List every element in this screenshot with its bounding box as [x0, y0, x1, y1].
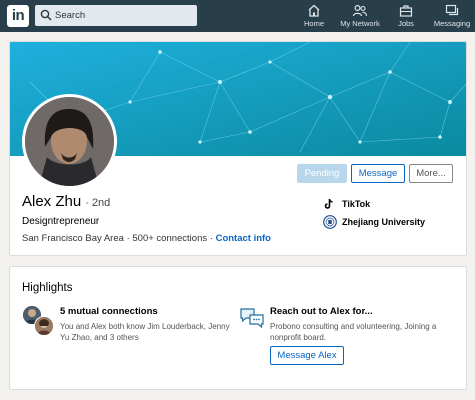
jobs-icon: [399, 5, 413, 17]
profile-avatar[interactable]: [22, 94, 117, 189]
highlights-title: Highlights: [22, 282, 73, 294]
message-alex-button[interactable]: Message Alex: [270, 346, 344, 365]
linkedin-logo[interactable]: in: [7, 5, 29, 27]
tiktok-icon: [324, 199, 333, 209]
pending-button[interactable]: Pending: [297, 164, 347, 183]
name-row: Alex Zhu · 2nd: [22, 193, 110, 211]
nav-my-network-label: My Network: [340, 19, 380, 28]
contact-info-link[interactable]: Contact info: [216, 233, 271, 244]
my-network-icon: [352, 4, 368, 17]
nav-jobs[interactable]: Jobs: [394, 4, 418, 30]
nav-messaging[interactable]: Messaging: [432, 4, 472, 30]
highlights-card: Highlights 5 mutual connections You and …: [9, 266, 467, 390]
reach-out-heading: Reach out to Alex for...: [270, 306, 373, 317]
mutual-connections-text: You and Alex both know Jim Louderback, J…: [60, 322, 230, 342]
chat-icon: [240, 308, 264, 329]
location-row: San Francisco Bay Area · 500+ connection…: [22, 233, 271, 244]
profile-headline: Designtrepreneur: [22, 216, 100, 227]
profile-location: San Francisco Bay Area: [22, 233, 124, 244]
profile-photo: [25, 97, 114, 186]
search-icon: [40, 9, 52, 21]
more-button[interactable]: More...: [409, 164, 453, 183]
top-nav: in Home My Network Jobs: [0, 0, 475, 32]
connections-count[interactable]: 500+ connections: [132, 233, 207, 244]
mutual-avatars[interactable]: [22, 305, 56, 336]
org-zhejiang-label: Zhejiang University: [342, 217, 426, 227]
home-icon: [308, 4, 320, 17]
profile-name: Alex Zhu: [22, 193, 82, 210]
nav-my-network[interactable]: My Network: [338, 4, 382, 30]
search-bar[interactable]: [35, 5, 197, 26]
profile-card: Pending Message More... Alex Zhu · 2nd De…: [9, 41, 467, 256]
mutual-avatar: [34, 316, 54, 336]
nav-home-label: Home: [303, 19, 324, 28]
nav-home[interactable]: Home: [302, 4, 326, 30]
messaging-icon: [445, 4, 459, 16]
reach-out-text: Probono consulting and volunteering, Joi…: [270, 322, 437, 342]
org-tiktok-label: TikTok: [342, 199, 371, 209]
university-icon: [323, 215, 337, 229]
search-input[interactable]: [55, 5, 193, 26]
message-button[interactable]: Message: [351, 164, 405, 183]
nav-messaging-label: Messaging: [433, 19, 471, 28]
mutual-photo: [35, 317, 53, 335]
connection-degree: · 2nd: [85, 197, 111, 209]
mutual-connections-heading[interactable]: 5 mutual connections: [60, 306, 158, 317]
nav-jobs-label: Jobs: [398, 19, 414, 28]
